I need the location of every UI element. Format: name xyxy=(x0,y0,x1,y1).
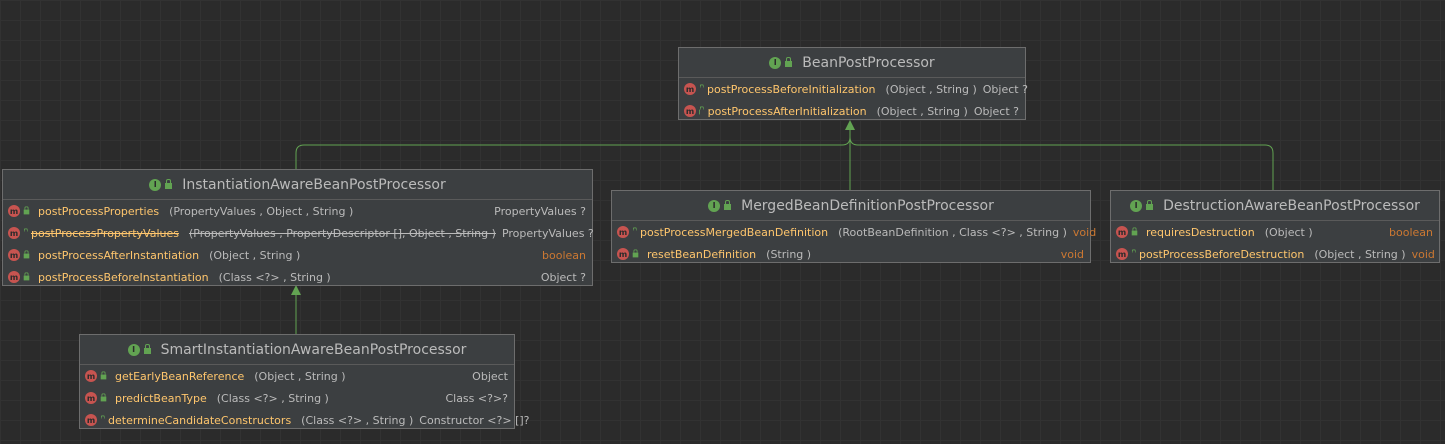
method-icon: m xyxy=(1116,248,1128,260)
method-return: boolean xyxy=(542,248,586,262)
class-header: I DestructionAwareBeanPostProcessor xyxy=(1111,191,1439,221)
lock-icon xyxy=(632,249,639,258)
class-header: I BeanPostProcessor xyxy=(679,48,1025,78)
interface-icon: I xyxy=(149,178,162,191)
method-params: (Object ) xyxy=(1264,225,1313,239)
lock-icon xyxy=(23,206,30,215)
method-row[interactable]: m postProcessMergedBeanDefinition (RootB… xyxy=(612,221,1096,243)
class-bean-post-processor[interactable]: I BeanPostProcessor m postProcessBeforeI… xyxy=(678,47,1028,122)
edge-iabpp-to-bpp xyxy=(295,130,851,169)
method-name: postProcessBeforeDestruction xyxy=(1139,247,1305,261)
method-params: (Object , String ) xyxy=(209,248,301,262)
lock-icon xyxy=(100,393,107,402)
class-merged-bean-definition-post-processor[interactable]: I MergedBeanDefinitionPostProcessor m po… xyxy=(611,190,1096,265)
method-name: postProcessBeforeInstantiation xyxy=(38,270,209,284)
method-name: resetBeanDefinition xyxy=(647,247,757,261)
method-icon: m xyxy=(85,392,97,404)
lock-icon xyxy=(724,199,732,210)
method-return: void xyxy=(1072,225,1097,239)
method-return: Object xyxy=(472,369,508,383)
class-name: SmartInstantiationAwareBeanPostProcessor xyxy=(160,341,467,358)
method-icon: m xyxy=(617,226,629,238)
method-icon: m xyxy=(85,414,97,426)
method-row[interactable]: m postProcessBeforeInstantiation (Class … xyxy=(3,266,592,288)
method-icon: m xyxy=(1116,226,1128,238)
method-return: Class <?>? xyxy=(445,391,508,405)
method-name: postProcessAfterInitialization xyxy=(707,104,867,118)
method-row[interactable]: m determineCandidateConstructors (Class … xyxy=(80,409,530,431)
method-icon: m xyxy=(8,249,20,261)
method-row[interactable]: m postProcessBeforeDestruction (Object ,… xyxy=(1111,243,1439,265)
method-name: requiresDestruction xyxy=(1146,225,1255,239)
lock-icon xyxy=(23,272,30,281)
method-name: postProcessBeforeInitialization xyxy=(707,82,876,96)
method-row[interactable]: m postProcessAfterInstantiation (Object … xyxy=(3,244,592,266)
method-return: PropertyValues ? xyxy=(501,226,594,240)
method-name: postProcessPropertyValues xyxy=(31,226,179,240)
method-row[interactable]: m postProcessBeforeInitialization (Objec… xyxy=(679,78,1028,100)
method-return: Constructor <?> []? xyxy=(419,413,530,427)
method-row[interactable]: m resetBeanDefinition (String ) void xyxy=(612,243,1090,265)
lock-icon xyxy=(165,178,173,189)
method-row[interactable]: m getEarlyBeanReference (Object , String… xyxy=(80,365,514,387)
lock-icon xyxy=(1131,227,1138,236)
interface-icon: I xyxy=(769,56,782,69)
method-return: PropertyValues ? xyxy=(494,204,586,218)
method-params: (Class <?> , String ) xyxy=(216,391,329,405)
method-icon: m xyxy=(617,248,629,260)
method-name: postProcessMergedBeanDefinition xyxy=(640,225,829,239)
class-smart-instantiation-aware-bean-post-processor[interactable]: I SmartInstantiationAwareBeanPostProcess… xyxy=(79,334,530,431)
method-name: postProcessAfterInstantiation xyxy=(38,248,200,262)
lock-icon xyxy=(100,371,107,380)
interface-icon: I xyxy=(708,199,721,212)
method-return: Object ? xyxy=(973,104,1019,118)
method-icon: m xyxy=(8,271,20,283)
method-params: (Object , String ) xyxy=(876,104,968,118)
method-params: (Object , String ) xyxy=(254,369,346,383)
method-row[interactable]: m predictBeanType (Class <?> , String ) … xyxy=(80,387,514,409)
method-row[interactable]: m requiresDestruction (Object ) boolean xyxy=(1111,221,1439,243)
class-name: InstantiationAwareBeanPostProcessor xyxy=(182,176,446,193)
class-destruction-aware-bean-post-processor[interactable]: I DestructionAwareBeanPostProcessor m re… xyxy=(1110,190,1440,263)
method-name: determineCandidateConstructors xyxy=(108,413,292,427)
method-row-deprecated[interactable]: m postProcessPropertyValues (PropertyVal… xyxy=(3,222,594,244)
method-params: (String ) xyxy=(766,247,812,261)
method-icon: m xyxy=(85,370,97,382)
lock-icon xyxy=(143,343,151,354)
method-row[interactable]: m postProcessProperties (PropertyValues … xyxy=(3,200,592,222)
method-icon: m xyxy=(684,105,696,117)
edge-dabpp-to-bpp xyxy=(849,136,1274,190)
method-return: Object ? xyxy=(982,82,1028,96)
method-row[interactable]: m postProcessAfterInitialization (Object… xyxy=(679,100,1025,122)
method-icon: m xyxy=(684,83,696,95)
class-name: DestructionAwareBeanPostProcessor xyxy=(1163,197,1420,214)
method-params: (RootBeanDefinition , Class <?> , String… xyxy=(838,225,1067,239)
method-params: (Object , String ) xyxy=(885,82,977,96)
method-return: boolean xyxy=(1389,225,1433,239)
interface-icon: I xyxy=(127,343,140,356)
class-instantiation-aware-bean-post-processor[interactable]: I InstantiationAwareBeanPostProcessor m … xyxy=(2,169,594,288)
lock-icon xyxy=(23,250,30,259)
method-return: void xyxy=(1411,247,1435,261)
class-name: MergedBeanDefinitionPostProcessor xyxy=(741,197,994,214)
lock-icon xyxy=(785,56,793,67)
method-return: void xyxy=(1060,247,1084,261)
method-params: (PropertyValues , PropertyDescriptor [],… xyxy=(188,226,496,240)
method-params: (Object , String ) xyxy=(1314,247,1406,261)
method-icon: m xyxy=(8,205,20,217)
method-name: predictBeanType xyxy=(115,391,207,405)
interface-icon: I xyxy=(1130,199,1143,212)
method-name: getEarlyBeanReference xyxy=(115,369,245,383)
class-header: I SmartInstantiationAwareBeanPostProcess… xyxy=(80,335,514,365)
method-params: (Class <?> , String ) xyxy=(218,270,331,284)
class-header: I InstantiationAwareBeanPostProcessor xyxy=(3,170,592,200)
method-return: Object ? xyxy=(540,270,586,284)
method-params: (Class <?> , String ) xyxy=(301,413,414,427)
method-params: (PropertyValues , Object , String ) xyxy=(169,204,354,218)
method-name: postProcessProperties xyxy=(38,204,160,218)
class-header: I MergedBeanDefinitionPostProcessor xyxy=(612,191,1090,221)
class-name: BeanPostProcessor xyxy=(802,54,935,71)
method-icon: m xyxy=(8,227,20,239)
lock-icon xyxy=(1146,199,1154,210)
